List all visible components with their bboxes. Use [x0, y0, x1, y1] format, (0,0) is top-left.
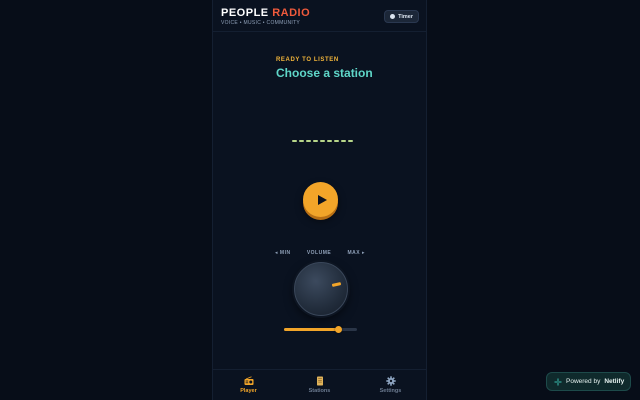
brand: PEOPLE RADIO VOICE • MUSIC • COMMUNITY — [221, 7, 310, 26]
timer-icon — [390, 14, 396, 19]
app-tagline: VOICE • MUSIC • COMMUNITY — [221, 20, 301, 26]
volume-knob[interactable] — [294, 262, 348, 316]
nav-label-player: Player — [240, 388, 257, 394]
bottom-nav: Player Stations Settings — [213, 369, 426, 400]
equalizer-bar — [348, 140, 353, 142]
app-title: PEOPLE RADIO — [221, 7, 310, 19]
nav-item-stations[interactable]: Stations — [284, 370, 355, 400]
nav-item-settings[interactable]: Settings — [355, 370, 426, 400]
netlify-badge-brand: Netlify — [604, 378, 625, 385]
equalizer-indicator — [292, 140, 353, 142]
gear-icon — [385, 376, 396, 386]
play-button[interactable] — [303, 182, 338, 217]
list-icon — [316, 376, 323, 386]
equalizer-bar — [341, 140, 346, 142]
equalizer-bar — [313, 140, 318, 142]
app-title-primary: PEOPLE — [221, 7, 269, 19]
equalizer-bar — [327, 140, 332, 142]
equalizer-bar — [334, 140, 339, 142]
player-panel: PEOPLE RADIO VOICE • MUSIC • COMMUNITY T… — [212, 0, 427, 400]
app-title-accent: RADIO — [272, 7, 311, 19]
equalizer-bar — [292, 140, 297, 142]
station-title: Choose a station — [276, 66, 373, 80]
timer-button[interactable]: Timer — [384, 10, 419, 23]
netlify-badge-prefix: Powered by — [566, 378, 601, 385]
timer-label: Timer — [398, 13, 413, 20]
netlify-logo-icon — [554, 378, 562, 385]
nav-label-stations: Stations — [308, 388, 331, 394]
volume-labels: ◂ MIN VOLUME MAX ▸ — [275, 250, 365, 256]
volume-max-label: MAX ▸ — [347, 250, 365, 256]
volume-slider-fill — [284, 328, 339, 331]
netlify-badge[interactable]: Powered by Netlify — [546, 372, 631, 391]
nav-item-player[interactable]: Player — [213, 370, 284, 400]
equalizer-bar — [299, 140, 304, 142]
player-status: READY TO LISTEN — [276, 57, 339, 63]
volume-slider-thumb[interactable] — [334, 326, 342, 333]
radio-icon — [244, 376, 253, 385]
play-icon — [317, 194, 327, 205]
equalizer-bar — [306, 140, 311, 142]
nav-label-settings: Settings — [379, 388, 402, 394]
volume-label: VOLUME — [306, 250, 332, 256]
equalizer-bar — [320, 140, 325, 142]
volume-min-label: ◂ MIN — [275, 250, 291, 256]
volume-slider[interactable] — [284, 326, 357, 334]
volume-knob-marker — [331, 282, 342, 287]
app-header: PEOPLE RADIO VOICE • MUSIC • COMMUNITY T… — [213, 0, 426, 32]
